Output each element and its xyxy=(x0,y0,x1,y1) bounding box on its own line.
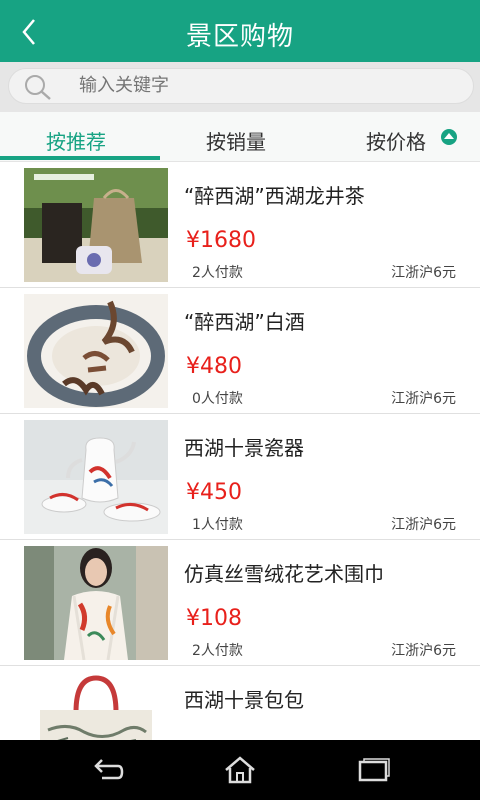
sort-tabs: 按推荐 按销量 按价格 xyxy=(0,112,480,162)
list-item[interactable]: “醉西湖”西湖龙井茶 ¥1680 2人付款 江浙沪6元 xyxy=(0,162,480,288)
search-box[interactable] xyxy=(8,68,474,104)
product-price: ¥480 xyxy=(186,354,242,379)
nav-recent-apps-button[interactable] xyxy=(352,754,392,786)
product-shipping: 江浙沪6元 xyxy=(391,643,456,659)
tab-recommend[interactable]: 按推荐 xyxy=(46,126,106,155)
recent-apps-icon xyxy=(358,758,390,782)
product-sold-count: 1人付款 xyxy=(192,517,243,533)
product-sold-count: 2人付款 xyxy=(192,643,243,659)
product-image-bag xyxy=(24,672,168,740)
product-title: 西湖十景包包 xyxy=(184,688,304,712)
app-header: 景区购物 xyxy=(0,0,480,62)
search-input[interactable] xyxy=(79,75,459,96)
product-title: “醉西湖”白酒 xyxy=(184,310,305,334)
tab-price[interactable]: 按价格 xyxy=(366,126,426,155)
product-image-porcelain xyxy=(24,420,168,534)
product-image-liquor xyxy=(24,294,168,408)
product-shipping: 江浙沪6元 xyxy=(391,517,456,533)
product-sold-count: 2人付款 xyxy=(192,265,243,281)
list-item[interactable]: 西湖十景瓷器 ¥450 1人付款 江浙沪6元 xyxy=(0,414,480,540)
search-icon xyxy=(25,75,51,100)
product-image-tea xyxy=(24,168,168,282)
search-bar xyxy=(0,62,480,112)
tab-sales[interactable]: 按销量 xyxy=(206,126,266,155)
sort-up-icon[interactable] xyxy=(441,129,457,145)
product-title: “醉西湖”西湖龙井茶 xyxy=(184,184,365,208)
back-icon xyxy=(94,759,124,780)
product-price: ¥108 xyxy=(186,606,242,631)
product-title: 仿真丝雪绒花艺术围巾 xyxy=(184,562,384,586)
page-title: 景区购物 xyxy=(185,22,294,52)
product-shipping: 江浙沪6元 xyxy=(391,391,456,407)
home-icon xyxy=(225,756,255,784)
product-title: 西湖十景瓷器 xyxy=(184,436,304,460)
product-price: ¥1680 xyxy=(186,228,256,253)
product-image-scarf xyxy=(24,546,168,660)
list-item[interactable]: 西湖十景包包 xyxy=(0,666,480,740)
product-list: “醉西湖”西湖龙井茶 ¥1680 2人付款 江浙沪6元 “醉西湖”白酒 ¥480… xyxy=(0,162,480,740)
nav-back-button[interactable] xyxy=(88,754,128,786)
product-price: ¥450 xyxy=(186,480,242,505)
active-tab-indicator xyxy=(0,156,160,160)
product-shipping: 江浙沪6元 xyxy=(391,265,456,281)
nav-home-button[interactable] xyxy=(220,754,260,786)
list-item[interactable]: “醉西湖”白酒 ¥480 0人付款 江浙沪6元 xyxy=(0,288,480,414)
product-sold-count: 0人付款 xyxy=(192,391,243,407)
list-item[interactable]: 仿真丝雪绒花艺术围巾 ¥108 2人付款 江浙沪6元 xyxy=(0,540,480,666)
system-nav-bar xyxy=(0,740,480,800)
